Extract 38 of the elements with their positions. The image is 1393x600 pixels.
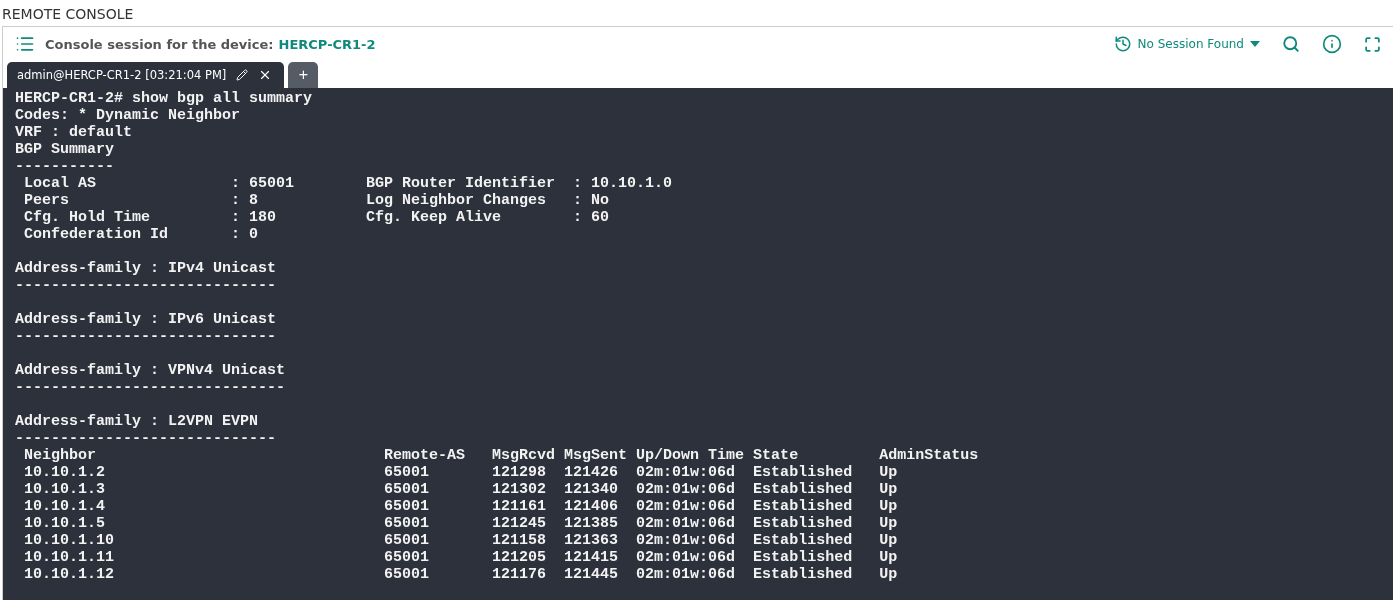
session-label: Console session for the device: [45,36,274,52]
terminal-line: Confederation Id : 0 [23,226,260,243]
terminal-line: Peers : 8 Log Neighbor Changes : No [23,192,611,209]
search-button[interactable] [1282,35,1300,53]
terminal-line: Codes: * Dynamic Neighbor [15,107,242,124]
terminal-line: ----------------------------- [15,430,278,447]
caret-icon [1250,41,1260,47]
terminal-line: ----------- [15,158,116,175]
terminal-line: 10.10.1.11 65001 121205 121415 02m:01w:06d Established Up [23,549,899,566]
device-name: HERCP-CR1-2 [278,36,376,52]
terminal-line: Address-family : IPv4 Unicast [15,260,278,277]
terminal-line: HERCP-CR1-2# show bgp all summary [15,90,314,107]
menu-icon[interactable] [15,34,35,54]
terminal-line: VRF : default [15,124,134,141]
page-title: REMOTE CONSOLE [1,5,135,24]
terminal-line: Neighbor Remote-AS MsgRcvd MsgSent Up/Down Time State AdminStatus [23,447,980,464]
terminal-line: Address-family : L2VPN EVPN [15,413,260,430]
terminal-line: Local AS : 65001 BGP Router Identifier : 10.10.1.0 [23,175,674,192]
terminal-line: ----------------------------- [15,277,278,294]
terminal-line: ----------------------------- [15,328,278,345]
terminal-line: 10.10.1.5 65001 121245 121385 02m:01w:06d Established Up [23,515,899,532]
rename-tab-button[interactable] [236,69,249,81]
fullscreen-button[interactable] [1364,35,1381,53]
terminal-line: Address-family : VPNv4 Unicast [15,362,287,379]
info-button[interactable] [1322,34,1342,54]
terminal-line: 10.10.1.10 65001 121158 121363 02m:01w:06d Established Up [23,532,899,549]
terminal-line: Address-family : IPv6 Unicast [15,311,278,328]
history-icon [1113,35,1132,53]
terminal-line: 10.10.1.3 65001 121302 121340 02m:01w:06d Established Up [23,481,899,498]
terminal-line: ------------------------------ [15,379,287,396]
terminal-line: BGP Summary [15,141,116,158]
terminal-line: 10.10.1.2 65001 121298 121426 02m:01w:06d Established Up [23,464,899,481]
terminal-line: Cfg. Hold Time : 180 Cfg. Keep Alive : 60 [23,209,611,226]
terminal-line: 10.10.1.12 65001 121176 121445 02m:01w:06d Established Up [23,566,899,583]
session-history-dropdown[interactable]: No Session Found [1113,35,1260,53]
terminal-line: 10.10.1.4 65001 121161 121406 02m:01w:06d Established Up [23,498,899,515]
new-tab-button[interactable]: + [288,62,319,88]
session-tab[interactable]: admin@HERCP-CR1-2 [03:21:04 PM] [7,62,285,88]
